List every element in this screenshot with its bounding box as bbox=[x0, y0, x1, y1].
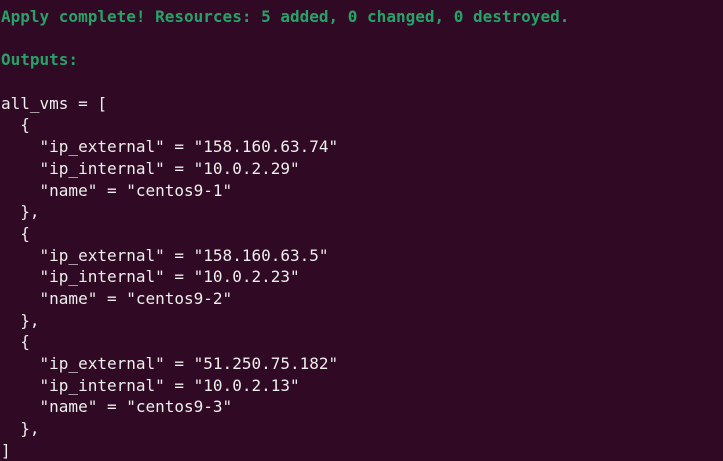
vm-ip-internal: "ip_internal" = "10.0.2.29" bbox=[1, 158, 300, 178]
closing-bracket: ] bbox=[1, 440, 11, 460]
vm-ip-external: "ip_external" = "51.250.75.182" bbox=[1, 354, 339, 373]
terminal-output[interactable]: Apply complete! Resources: 5 added, 0 ch… bbox=[0, 0, 723, 461]
output-variable: all_vms = [ bbox=[1, 93, 107, 113]
vm-name: "name" = "centos9-1" bbox=[1, 180, 233, 200]
object-close: }, bbox=[1, 419, 40, 439]
vm-ip-internal: "ip_internal" = "10.0.2.13" bbox=[1, 375, 300, 395]
vm-name: "name" = "centos9-2" bbox=[1, 288, 233, 308]
object-close: }, bbox=[1, 310, 40, 330]
vm-name: "name" = "centos9-3" bbox=[1, 397, 233, 417]
vm-ip-internal: "ip_internal" = "10.0.2.23" bbox=[1, 267, 300, 287]
object-open: { bbox=[1, 223, 30, 243]
object-close: }, bbox=[1, 202, 40, 222]
object-open: { bbox=[1, 115, 30, 135]
object-open: { bbox=[1, 332, 30, 352]
apply-summary: Apply complete! Resources: 5 added, 0 ch… bbox=[1, 7, 570, 26]
vm-list: { "ip_external" = "158.160.63.74" "ip_in… bbox=[1, 114, 723, 439]
outputs-heading: Outputs: bbox=[1, 50, 79, 70]
vm-ip-external: "ip_external" = "158.160.63.74" bbox=[1, 137, 339, 157]
vm-ip-external: "ip_external" = "158.160.63.5" bbox=[1, 245, 329, 265]
